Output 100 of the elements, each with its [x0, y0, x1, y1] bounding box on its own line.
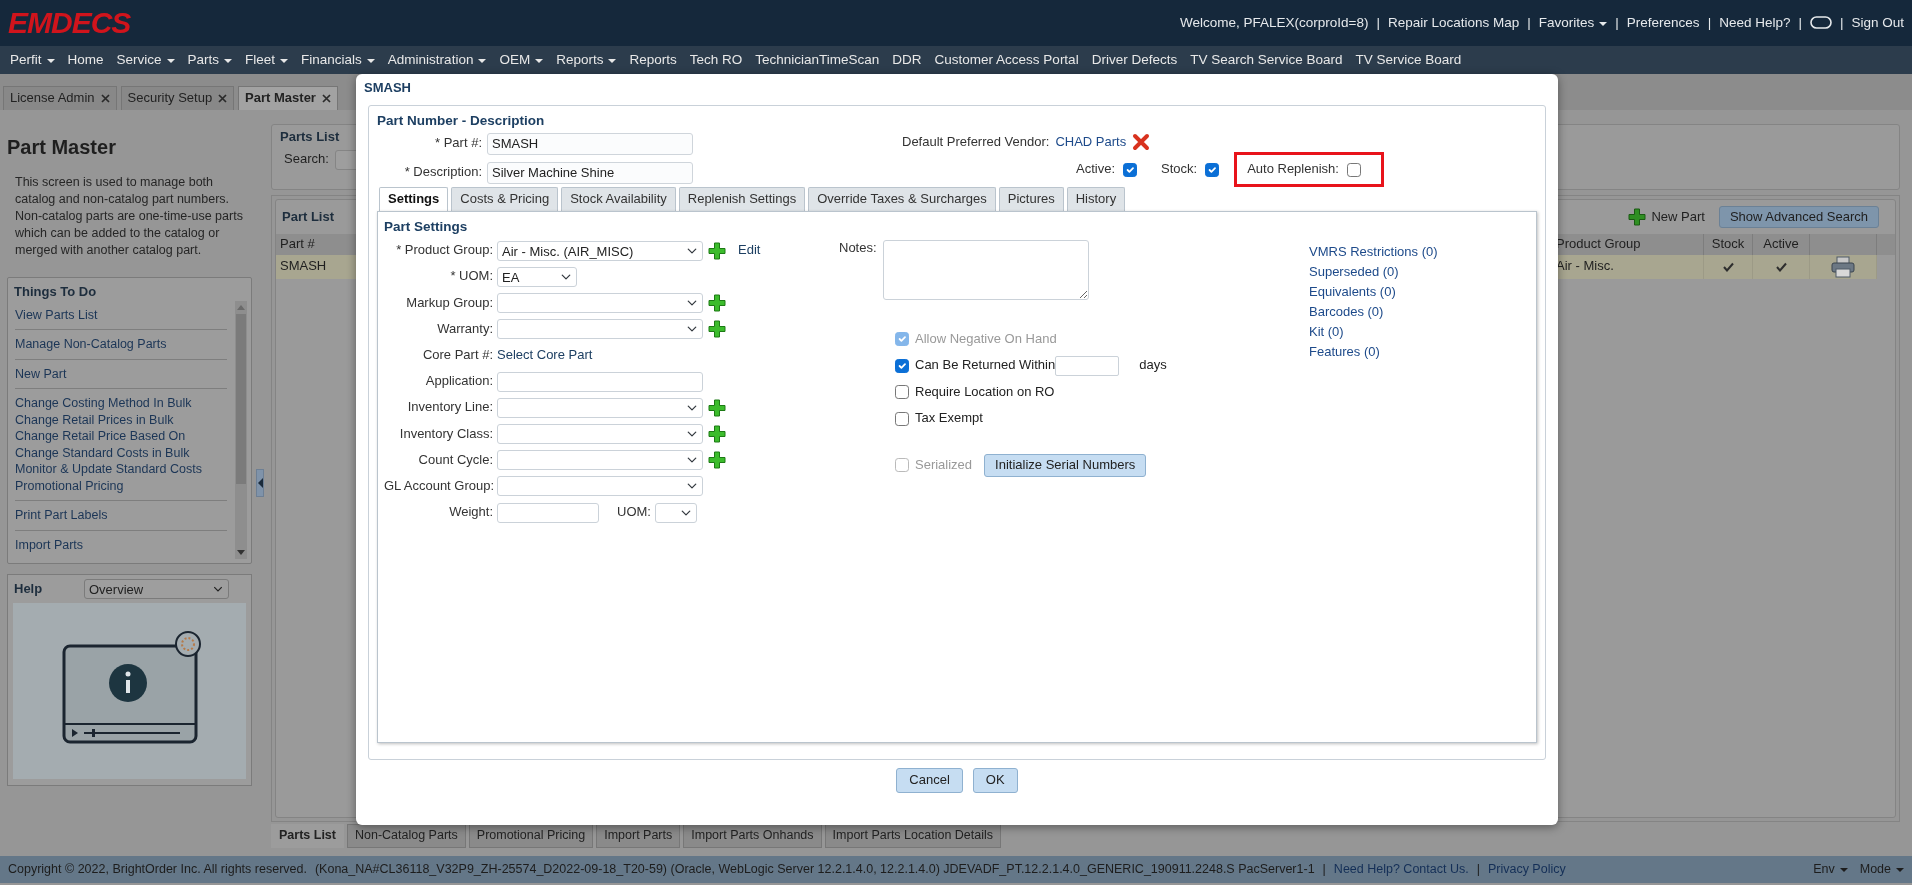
panel-title: Things To Do [14, 284, 98, 301]
header-link[interactable]: Need Help? [1719, 14, 1791, 32]
related-link[interactable]: Superseded (0) [1309, 261, 1438, 282]
select-core-part-link[interactable]: Select Core Part [497, 346, 593, 364]
help-topic-select[interactable]: Overview [84, 579, 229, 600]
menu-item[interactable]: Customer Access Portal [934, 51, 1079, 69]
text-field[interactable] [1055, 355, 1120, 376]
select-field[interactable] [497, 450, 703, 471]
menu-item[interactable]: Parts [187, 51, 233, 69]
task-link[interactable]: Import Parts [15, 536, 227, 554]
tab[interactable]: Replenish Settings [678, 187, 806, 212]
tab[interactable]: Pictures [998, 187, 1064, 212]
text-field[interactable] [497, 371, 703, 392]
related-link[interactable]: Features (0) [1309, 341, 1438, 362]
task-link[interactable]: View Parts List [15, 306, 227, 324]
header-link[interactable]: Repair Locations Map [1387, 14, 1520, 32]
menu-item[interactable]: Reports [556, 51, 617, 69]
header-link[interactable]: Preferences [1626, 14, 1700, 32]
checkbox[interactable] [1123, 162, 1137, 177]
menu-item[interactable]: Service [116, 51, 175, 69]
separator-text: | [1376, 14, 1380, 32]
scrollbar[interactable] [235, 300, 247, 560]
task-link[interactable]: Change Costing Method In Bulk [15, 395, 227, 412]
text-field[interactable] [497, 502, 599, 523]
task-link[interactable]: New Part [15, 365, 227, 383]
dialog-button[interactable]: OK [972, 767, 1018, 793]
rounded-rectangle-icon [1809, 16, 1832, 30]
tab[interactable]: History [1066, 187, 1126, 212]
field-label: Application: [424, 373, 494, 391]
panel-title: Parts List [280, 129, 340, 146]
task-link[interactable]: Promotional Pricing [15, 477, 227, 495]
close-icon [321, 94, 331, 104]
related-link[interactable]: Kit (0) [1309, 321, 1438, 342]
page-tab[interactable]: Security Setup [120, 86, 235, 110]
menu-item[interactable]: Driver Defects [1091, 51, 1178, 69]
printer-icon[interactable] [1831, 255, 1855, 278]
collapse-handle[interactable] [256, 469, 264, 497]
related-link[interactable]: Equivalents (0) [1309, 281, 1438, 302]
tab[interactable]: Stock Availability [561, 187, 676, 212]
menu-item[interactable]: Fleet [245, 51, 289, 69]
checkbox[interactable] [1346, 162, 1361, 177]
select-field[interactable] [497, 319, 703, 340]
task-link[interactable]: Change Retail Prices in Bulk [15, 411, 227, 429]
tab[interactable]: Costs & Pricing [451, 187, 559, 212]
menu-item[interactable]: DDR [892, 51, 922, 69]
task-link[interactable]: Print Part Labels [15, 507, 227, 524]
select-field[interactable]: EA [497, 266, 577, 287]
dialog-button[interactable]: Cancel [896, 767, 963, 793]
field-label: Markup Group: [405, 294, 494, 312]
caret-icon [1839, 868, 1848, 873]
checkbox[interactable] [895, 358, 909, 373]
advanced-search-button[interactable]: Show Advanced Search [1718, 205, 1879, 229]
bottom-tab[interactable]: Import Parts Onhands [683, 824, 822, 848]
menu-item[interactable]: TV Service Board [1355, 51, 1462, 69]
task-link[interactable]: Change Standard Costs in Bulk [15, 444, 227, 462]
page-title: Part Master [7, 135, 117, 160]
checkbox[interactable] [1205, 162, 1220, 177]
menu-item[interactable]: OEM [499, 51, 544, 69]
header-link[interactable]: Sign Out [1851, 14, 1904, 32]
bottom-tab[interactable]: Parts List [271, 824, 344, 848]
close-icon [100, 94, 110, 104]
menu-item[interactable]: TechnicianTimeScan [755, 51, 880, 69]
text-field[interactable]: Silver Machine Shine [487, 161, 693, 184]
checkbox[interactable] [895, 385, 909, 400]
select-field[interactable] [497, 424, 703, 444]
tab[interactable]: Settings [379, 187, 449, 212]
menu-item[interactable]: Reports [629, 51, 677, 69]
text-field[interactable]: SMASH [487, 132, 693, 155]
page-tab[interactable]: License Admin [3, 86, 117, 110]
footer-menu[interactable]: Env [1813, 861, 1848, 878]
notes-field[interactable] [883, 239, 1089, 300]
menu-item[interactable]: Home [67, 51, 104, 69]
page-tab[interactable]: Part Master [238, 86, 338, 110]
select-field[interactable] [497, 293, 703, 314]
bottom-tab[interactable]: Import Parts Location Details [824, 824, 1002, 848]
menu-item[interactable]: Administration [387, 51, 487, 69]
delete-icon[interactable] [1132, 133, 1151, 152]
menu-item[interactable]: Tech RO [689, 51, 743, 69]
footer-menu[interactable]: Mode [1859, 861, 1904, 878]
close-icon [218, 94, 228, 104]
menu-item[interactable]: TV Search Service Board [1190, 51, 1343, 69]
task-link[interactable]: Manage Non-Catalog Parts [15, 336, 227, 353]
description-text: This screen is used to manage both catalog and non-catalog part numbers. Non-catalog parts are one-time-use parts which can be added to the catalog or merged with another catalog part. [14, 174, 244, 259]
related-link[interactable]: Barcodes (0) [1309, 301, 1438, 322]
select-field[interactable] [654, 502, 697, 523]
bottom-tab[interactable]: Promotional Pricing [468, 824, 594, 848]
task-link[interactable]: Change Retail Price Based On [15, 428, 227, 445]
menu-item[interactable]: Perfit [10, 51, 55, 69]
new-part-link[interactable]: New Part [1628, 208, 1705, 226]
bottom-tab[interactable]: Non-Catalog Parts [346, 824, 466, 848]
vendor-link[interactable]: CHAD Parts [1055, 134, 1127, 151]
checkbox[interactable] [895, 411, 909, 426]
bottom-tab[interactable]: Import Parts [596, 824, 681, 848]
select-field[interactable]: Air - Misc. (AIR_MISC) [497, 240, 703, 261]
select-field[interactable] [497, 397, 703, 418]
select-field[interactable] [497, 476, 703, 497]
task-link[interactable]: Monitor & Update Standard Costs [15, 461, 227, 478]
menu-item[interactable]: Financials [301, 51, 375, 69]
header-menu[interactable]: Favorites [1538, 14, 1608, 32]
tab[interactable]: Override Taxes & Surcharges [808, 187, 996, 212]
